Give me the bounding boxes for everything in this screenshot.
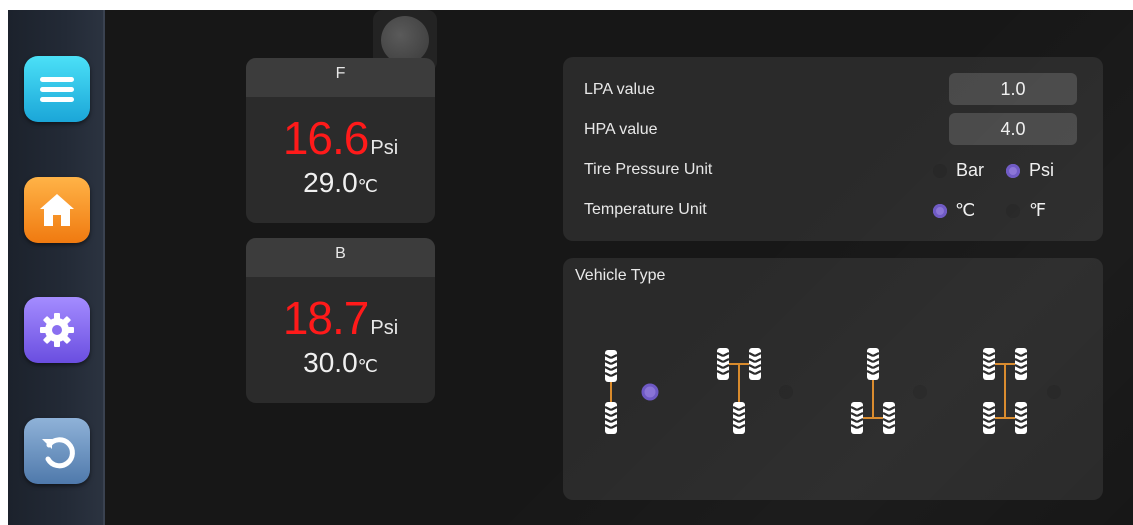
front-temperature-unit: ℃ bbox=[357, 176, 378, 196]
back-arrow-icon bbox=[42, 437, 75, 469]
back-tire-pressure: 18.7 Psi bbox=[246, 291, 435, 345]
lpa-value-field[interactable]: 1.0 bbox=[949, 73, 1077, 105]
app-screen: F 16.6 Psi 29.0℃ B 18.7 Psi 30.0℃ LPA valu… bbox=[8, 10, 1133, 525]
settings-panel: LPA value 1.0 HPA value 4.0 Tire Pressur… bbox=[563, 57, 1103, 241]
vehicle-type-front-dual[interactable] bbox=[715, 346, 763, 436]
pressure-unit-psi-label[interactable]: Psi bbox=[1029, 160, 1054, 181]
front-pressure-value: 16.6 bbox=[282, 112, 370, 164]
hpa-label: HPA value bbox=[584, 121, 658, 138]
back-tire-card: B 18.7 Psi 30.0℃ bbox=[246, 238, 435, 403]
hpa-value-field[interactable]: 4.0 bbox=[949, 113, 1077, 145]
home-icon bbox=[40, 194, 74, 226]
back-pressure-unit: Psi bbox=[370, 317, 399, 339]
temperature-unit-celsius-radio[interactable] bbox=[933, 204, 947, 218]
vehicle-type-four-wheel[interactable] bbox=[981, 346, 1029, 436]
vehicle-type-options bbox=[603, 346, 1061, 436]
pressure-unit-bar-radio[interactable] bbox=[933, 164, 947, 178]
lpa-label: LPA value bbox=[584, 81, 655, 98]
front-tire-temperature: 29.0℃ bbox=[246, 167, 435, 199]
home-button[interactable] bbox=[24, 177, 90, 243]
back-tire-temperature: 30.0℃ bbox=[246, 347, 435, 379]
vehicle-type-panel: Vehicle Type bbox=[563, 258, 1103, 500]
front-tire-label: F bbox=[246, 58, 435, 97]
vehicle-type-rear-dual-radio[interactable] bbox=[913, 385, 927, 399]
pressure-unit-label: Tire Pressure Unit bbox=[584, 161, 713, 178]
menu-button[interactable] bbox=[24, 56, 90, 122]
settings-button[interactable] bbox=[24, 297, 90, 363]
temperature-unit-fahrenheit-radio[interactable] bbox=[1006, 204, 1020, 218]
pressure-unit-psi-radio[interactable] bbox=[1006, 164, 1020, 178]
menu-icon bbox=[40, 72, 74, 107]
back-temperature-value: 30.0 bbox=[303, 347, 358, 378]
back-button[interactable] bbox=[24, 418, 90, 484]
front-pressure-unit: Psi bbox=[370, 137, 399, 159]
back-temperature-unit: ℃ bbox=[357, 356, 378, 376]
sidebar bbox=[8, 10, 105, 525]
vehicle-type-two-wheel-radio[interactable] bbox=[641, 383, 659, 401]
vehicle-type-front-dual-radio[interactable] bbox=[779, 385, 793, 399]
back-tire-label: B bbox=[246, 238, 435, 277]
front-tire-pressure: 16.6 Psi bbox=[246, 111, 435, 165]
front-temperature-value: 29.0 bbox=[303, 167, 358, 198]
back-pressure-value: 18.7 bbox=[282, 292, 370, 344]
vehicle-type-four-wheel-radio[interactable] bbox=[1047, 385, 1061, 399]
temperature-unit-fahrenheit-label[interactable]: ℉ bbox=[1029, 200, 1046, 221]
front-tire-card: F 16.6 Psi 29.0℃ bbox=[246, 58, 435, 223]
gear-icon bbox=[40, 313, 74, 347]
temperature-unit-celsius-label[interactable]: ℃ bbox=[955, 200, 975, 221]
vehicle-type-rear-dual[interactable] bbox=[849, 346, 897, 436]
vehicle-type-two-wheel[interactable] bbox=[603, 348, 619, 436]
pressure-unit-bar-label[interactable]: Bar bbox=[956, 160, 984, 181]
temperature-unit-label: Temperature Unit bbox=[584, 201, 707, 218]
